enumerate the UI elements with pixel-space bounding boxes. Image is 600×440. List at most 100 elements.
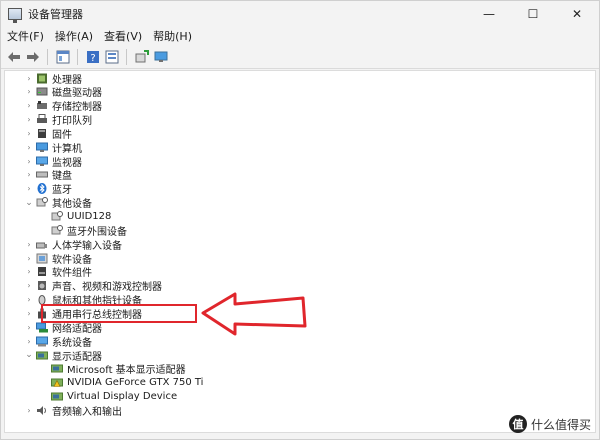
toolbar: ?	[1, 45, 599, 69]
tree-category[interactable]: 监视器	[36, 154, 82, 169]
display-adapter-icon	[51, 363, 63, 374]
printer-icon	[36, 114, 48, 125]
tree-category[interactable]: 人体学输入设备	[36, 237, 122, 252]
tree-category[interactable]: 音频输入和输出	[36, 403, 122, 418]
title-bar: 设备管理器 — ☐ ✕	[1, 1, 599, 26]
menu-bar: 文件(F) 操作(A) 查看(V) 帮助(H)	[1, 26, 599, 45]
tree-category[interactable]: 键盘	[36, 168, 72, 182]
system-device-icon	[36, 336, 48, 347]
device-tree: › 处理器 › 磁盘驱动器 › 存储控制器 › 打印队列 › 固件 › 计算机 › 监视器 › 键盘 › 蓝牙 ⌄ 其…	[4, 70, 596, 433]
watermark-badge: 值	[508, 415, 527, 433]
tree-category[interactable]: 软件组件	[36, 265, 92, 279]
expand-chevron-icon[interactable]: ⌄	[25, 348, 33, 362]
expand-chevron-icon[interactable]: ›	[25, 334, 33, 348]
menu-help[interactable]: 帮助(H)	[147, 28, 197, 44]
tree-category[interactable]: 系统设备	[36, 334, 92, 349]
tree-item-label: UUID128	[67, 211, 112, 222]
expand-chevron-icon[interactable]: ⌄	[25, 196, 33, 210]
tree-category[interactable]: 固件	[36, 126, 72, 141]
tree-device[interactable]: NVIDIA GeForce GTX 750 Ti	[51, 376, 203, 390]
unknown-device-icon	[51, 211, 63, 222]
tree-item-label: 人体学输入设备	[52, 240, 122, 252]
watermark-text: 什么值得买	[530, 417, 591, 432]
help-icon[interactable]: ?	[84, 48, 101, 65]
expand-chevron-icon[interactable]: ›	[25, 168, 33, 182]
tree-device[interactable]: UUID128	[51, 210, 111, 224]
expand-chevron-icon[interactable]: ›	[25, 306, 33, 320]
expand-chevron-icon[interactable]: ›	[25, 403, 33, 417]
expand-chevron-icon[interactable]: ›	[25, 237, 33, 251]
tree-item-label: 其他设备	[52, 199, 92, 211]
toolbar-separator	[47, 48, 48, 65]
menu-view[interactable]: 查看(V)	[98, 28, 147, 44]
expand-chevron-icon[interactable]: ›	[25, 85, 33, 99]
tree-item-label: 系统设备	[52, 337, 92, 349]
expand-chevron-icon[interactable]: ›	[25, 320, 33, 334]
audio-icon	[36, 405, 48, 416]
tree-item-label: 蓝牙	[52, 185, 72, 197]
expand-chevron-icon[interactable]: ›	[25, 279, 33, 293]
device-manager-window: 设备管理器 — ☐ ✕ 文件(F) 操作(A) 查看(V) 帮助(H) ? › …	[0, 0, 600, 440]
tree-category[interactable]: 声音、视频和游戏控制器	[36, 279, 162, 293]
tree-item-label: 磁盘驱动器	[52, 88, 102, 100]
tree-category[interactable]: 显示适配器	[36, 348, 102, 363]
svg-text:?: ?	[90, 53, 95, 64]
menu-file[interactable]: 文件(F)	[1, 28, 49, 44]
display-adapter-icon	[36, 350, 48, 361]
expand-chevron-icon[interactable]: ›	[25, 71, 33, 85]
software-device-icon	[36, 253, 48, 264]
highlight-box	[41, 304, 197, 323]
display-adapter-warning-icon	[51, 377, 63, 388]
tree-category[interactable]: 计算机	[36, 140, 82, 155]
forward-arrow-icon[interactable]	[24, 48, 41, 65]
toolbar-separator	[77, 48, 78, 65]
tree-item-label: NVIDIA GeForce GTX 750 Ti	[67, 377, 204, 389]
tree-item-label: 音频输入和输出	[52, 406, 122, 418]
expand-chevron-icon[interactable]: ›	[25, 113, 33, 127]
window-title: 设备管理器	[28, 7, 83, 21]
red-arrow-annotation	[201, 292, 307, 336]
tree-category[interactable]: 蓝牙	[36, 182, 72, 196]
monitor-icon[interactable]	[152, 48, 169, 65]
tree-category[interactable]: 打印队列	[36, 113, 92, 127]
close-button[interactable]: ✕	[555, 1, 599, 26]
properties-panel-icon[interactable]	[54, 48, 71, 65]
disk-icon	[36, 86, 48, 97]
expand-chevron-icon[interactable]: ›	[25, 251, 33, 265]
tree-category[interactable]: 软件设备	[36, 251, 92, 266]
computer-icon	[36, 142, 48, 153]
unknown-device-icon	[51, 224, 63, 236]
network-icon	[36, 322, 48, 333]
maximize-button[interactable]: ☐	[511, 1, 555, 26]
expand-chevron-icon[interactable]: ›	[25, 126, 33, 140]
tree-category[interactable]: 磁盘驱动器	[36, 85, 102, 99]
menu-action[interactable]: 操作(A)	[49, 28, 98, 44]
processor-icon	[36, 73, 48, 84]
tree-item-label: Virtual Display Device	[67, 391, 178, 403]
hid-icon	[36, 239, 48, 250]
scan-hardware-icon[interactable]	[133, 48, 150, 65]
back-arrow-icon[interactable]	[5, 48, 22, 65]
device-manager-app-icon	[8, 7, 22, 23]
tree-device[interactable]: Virtual Display Device	[51, 390, 177, 404]
expand-chevron-icon[interactable]: ›	[25, 154, 33, 168]
tree-device[interactable]: Microsoft 基本显示适配器	[51, 362, 186, 376]
expand-chevron-icon[interactable]: ›	[25, 99, 33, 113]
unknown-device-icon	[36, 197, 48, 208]
tree-category[interactable]: 存储控制器	[36, 99, 102, 113]
tree-category[interactable]: 其他设备	[36, 196, 92, 210]
tree-item-label: 键盘	[52, 171, 72, 183]
sound-icon	[36, 280, 48, 291]
minimize-button[interactable]: —	[467, 1, 511, 26]
tree-item-label: 监视器	[52, 157, 82, 169]
expand-chevron-icon[interactable]: ›	[25, 182, 33, 196]
expand-chevron-icon[interactable]: ›	[25, 293, 33, 307]
tree-item-label: Microsoft 基本显示适配器	[67, 365, 186, 377]
tree-item-label: 计算机	[52, 143, 82, 155]
tree-category[interactable]: 处理器	[36, 71, 82, 86]
storage-icon	[36, 100, 48, 111]
expand-chevron-icon[interactable]: ›	[25, 140, 33, 154]
show-hidden-icon[interactable]	[103, 48, 120, 65]
tree-device[interactable]: 蓝牙外围设备	[51, 223, 127, 238]
expand-chevron-icon[interactable]: ›	[25, 265, 33, 279]
